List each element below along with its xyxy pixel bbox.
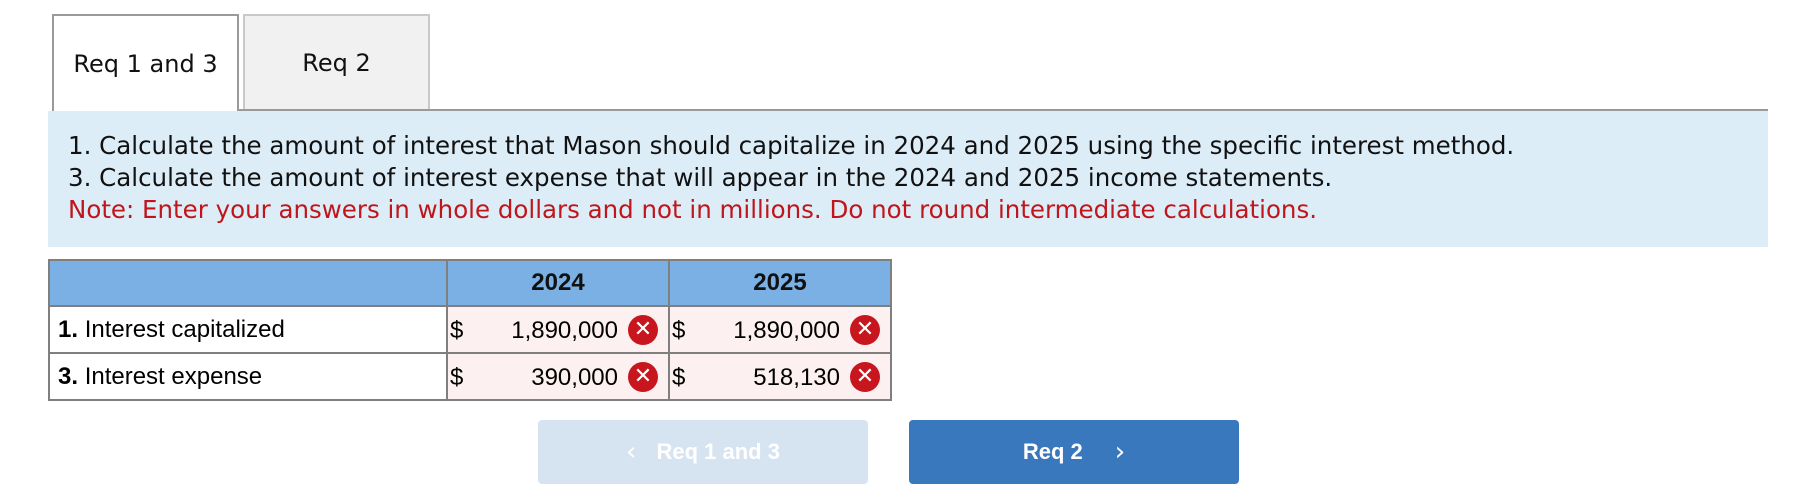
x-mark-icon: ✕ — [850, 362, 880, 392]
currency-symbol: $ — [672, 317, 686, 344]
answer-value[interactable]: 390,000 — [531, 364, 618, 392]
x-mark-icon: ✕ — [628, 362, 658, 392]
instruction-line-1: 1. Calculate the amount of interest that… — [68, 131, 1515, 160]
row-number: 1. — [58, 315, 79, 343]
row-label-text: Interest expense — [84, 362, 263, 390]
table-row: 1. Interest capitalized $ 1,890,000 ✕ $ … — [48, 305, 892, 354]
table-header-row: 2024 2025 — [48, 259, 892, 307]
prev-button-label: Req 1 and 3 — [656, 439, 780, 464]
instruction-note: Note: Enter your answers in whole dollar… — [68, 195, 1318, 224]
currency-symbol: $ — [450, 364, 464, 391]
answer-cell[interactable]: $ 518,130 ✕ — [668, 352, 892, 401]
row-number: 3. — [58, 362, 79, 390]
row-label: 1. Interest capitalized — [48, 305, 448, 354]
header-blank-cell — [48, 259, 448, 307]
tab-req-2[interactable]: Req 2 — [243, 14, 430, 109]
currency-symbol: $ — [672, 364, 686, 391]
table-row: 3. Interest expense $ 390,000 ✕ $ 518,13… — [48, 352, 892, 401]
answer-cell[interactable]: $ 390,000 ✕ — [446, 352, 670, 401]
next-button-label: Req 2 — [1022, 439, 1083, 464]
answer-value[interactable]: 518,130 — [753, 364, 840, 392]
chevron-left-icon: ‹ — [626, 437, 637, 467]
prev-button[interactable]: ‹ Req 1 and 3 — [538, 420, 868, 484]
x-mark-icon: ✕ — [850, 315, 880, 345]
answer-value[interactable]: 1,890,000 — [511, 317, 618, 345]
answer-cell[interactable]: $ 1,890,000 ✕ — [446, 305, 670, 354]
answer-value[interactable]: 1,890,000 — [733, 317, 840, 345]
x-mark-icon: ✕ — [628, 315, 658, 345]
next-button[interactable]: Req 2 › — [909, 420, 1239, 484]
row-label: 3. Interest expense — [48, 352, 448, 401]
instructions-panel: 1. Calculate the amount of interest that… — [48, 111, 1768, 247]
answer-table: 2024 2025 1. Interest capitalized $ 1,89… — [48, 259, 892, 401]
column-header-2024: 2024 — [446, 259, 670, 307]
tab-req-1-and-3[interactable]: Req 1 and 3 — [52, 14, 239, 111]
tab-bar: Req 1 and 3 Req 2 — [52, 14, 1768, 111]
row-label-text: Interest capitalized — [84, 315, 285, 343]
instruction-line-2: 3. Calculate the amount of interest expe… — [68, 163, 1333, 192]
currency-symbol: $ — [450, 317, 464, 344]
column-header-2025: 2025 — [668, 259, 892, 307]
chevron-right-icon: › — [1114, 437, 1126, 467]
tab-label: Req 1 and 3 — [73, 49, 218, 78]
answer-cell[interactable]: $ 1,890,000 ✕ — [668, 305, 892, 354]
tab-label: Req 2 — [302, 48, 371, 77]
